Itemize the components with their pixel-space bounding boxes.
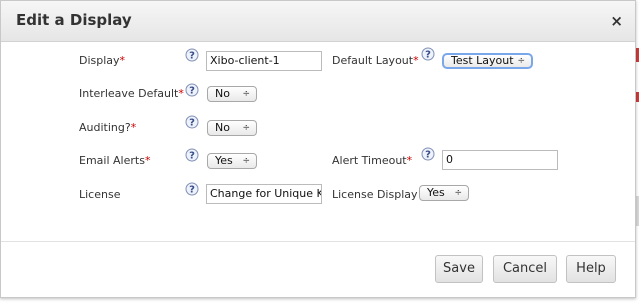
svg-text:?: ? [189,151,195,162]
svg-text:?: ? [189,185,195,196]
question-help-icon[interactable]: ? [185,48,199,62]
license-display-select[interactable]: Yes ÷ [419,185,469,201]
display-label: Display* [79,54,126,67]
question-help-icon[interactable]: ? [185,148,199,162]
svg-text:?: ? [189,51,195,62]
default-layout-label: Default Layout* [332,54,419,67]
svg-text:?: ? [189,86,195,97]
svg-text:?: ? [425,150,431,161]
auditing-label: Auditing?* [79,121,137,134]
question-help-icon[interactable]: ? [185,182,199,196]
chevron-updown-icon: ÷ [242,156,250,166]
save-button[interactable]: Save [435,255,483,283]
email-alerts-select[interactable]: Yes ÷ [207,153,257,169]
license-input[interactable]: Change for Unique Key [206,184,322,204]
interleave-default-value: No [215,87,230,100]
dialog-header: Edit a Display × [1,1,635,42]
default-layout-value: Test Layout [451,54,514,67]
interleave-default-label: Interleave Default* [79,87,184,100]
footer-divider [1,241,635,242]
display-input[interactable]: Xibo-client-1 [206,51,322,71]
chevron-updown-icon: ÷ [242,123,250,133]
email-alerts-value: Yes [215,154,233,167]
question-help-icon[interactable]: ? [185,83,199,97]
edit-display-dialog: Edit a Display × Display* ? Xibo-client-… [0,0,636,298]
license-display-value: Yes [427,186,445,199]
close-icon[interactable]: × [610,12,623,30]
svg-text:?: ? [425,50,431,61]
question-help-icon[interactable]: ? [421,147,435,161]
cancel-button[interactable]: Cancel [493,255,557,283]
chevron-updown-icon: ÷ [242,89,250,99]
default-layout-select[interactable]: Test Layout ÷ [442,53,533,69]
auditing-select[interactable]: No ÷ [207,120,257,136]
question-help-icon[interactable]: ? [421,47,435,61]
dialog-title: Edit a Display [16,11,132,29]
alert-timeout-label: Alert Timeout* [332,154,413,167]
help-button[interactable]: Help [566,255,616,283]
chevron-updown-icon: ÷ [517,56,525,66]
chevron-updown-icon: ÷ [454,188,462,198]
license-display-label: License Display [332,188,418,201]
license-label: License [79,188,121,201]
email-alerts-label: Email Alerts* [79,154,151,167]
alert-timeout-input[interactable]: 0 [442,150,558,170]
interleave-default-select[interactable]: No ÷ [207,86,257,102]
svg-text:?: ? [189,118,195,129]
auditing-value: No [215,121,230,134]
question-help-icon[interactable]: ? [185,115,199,129]
